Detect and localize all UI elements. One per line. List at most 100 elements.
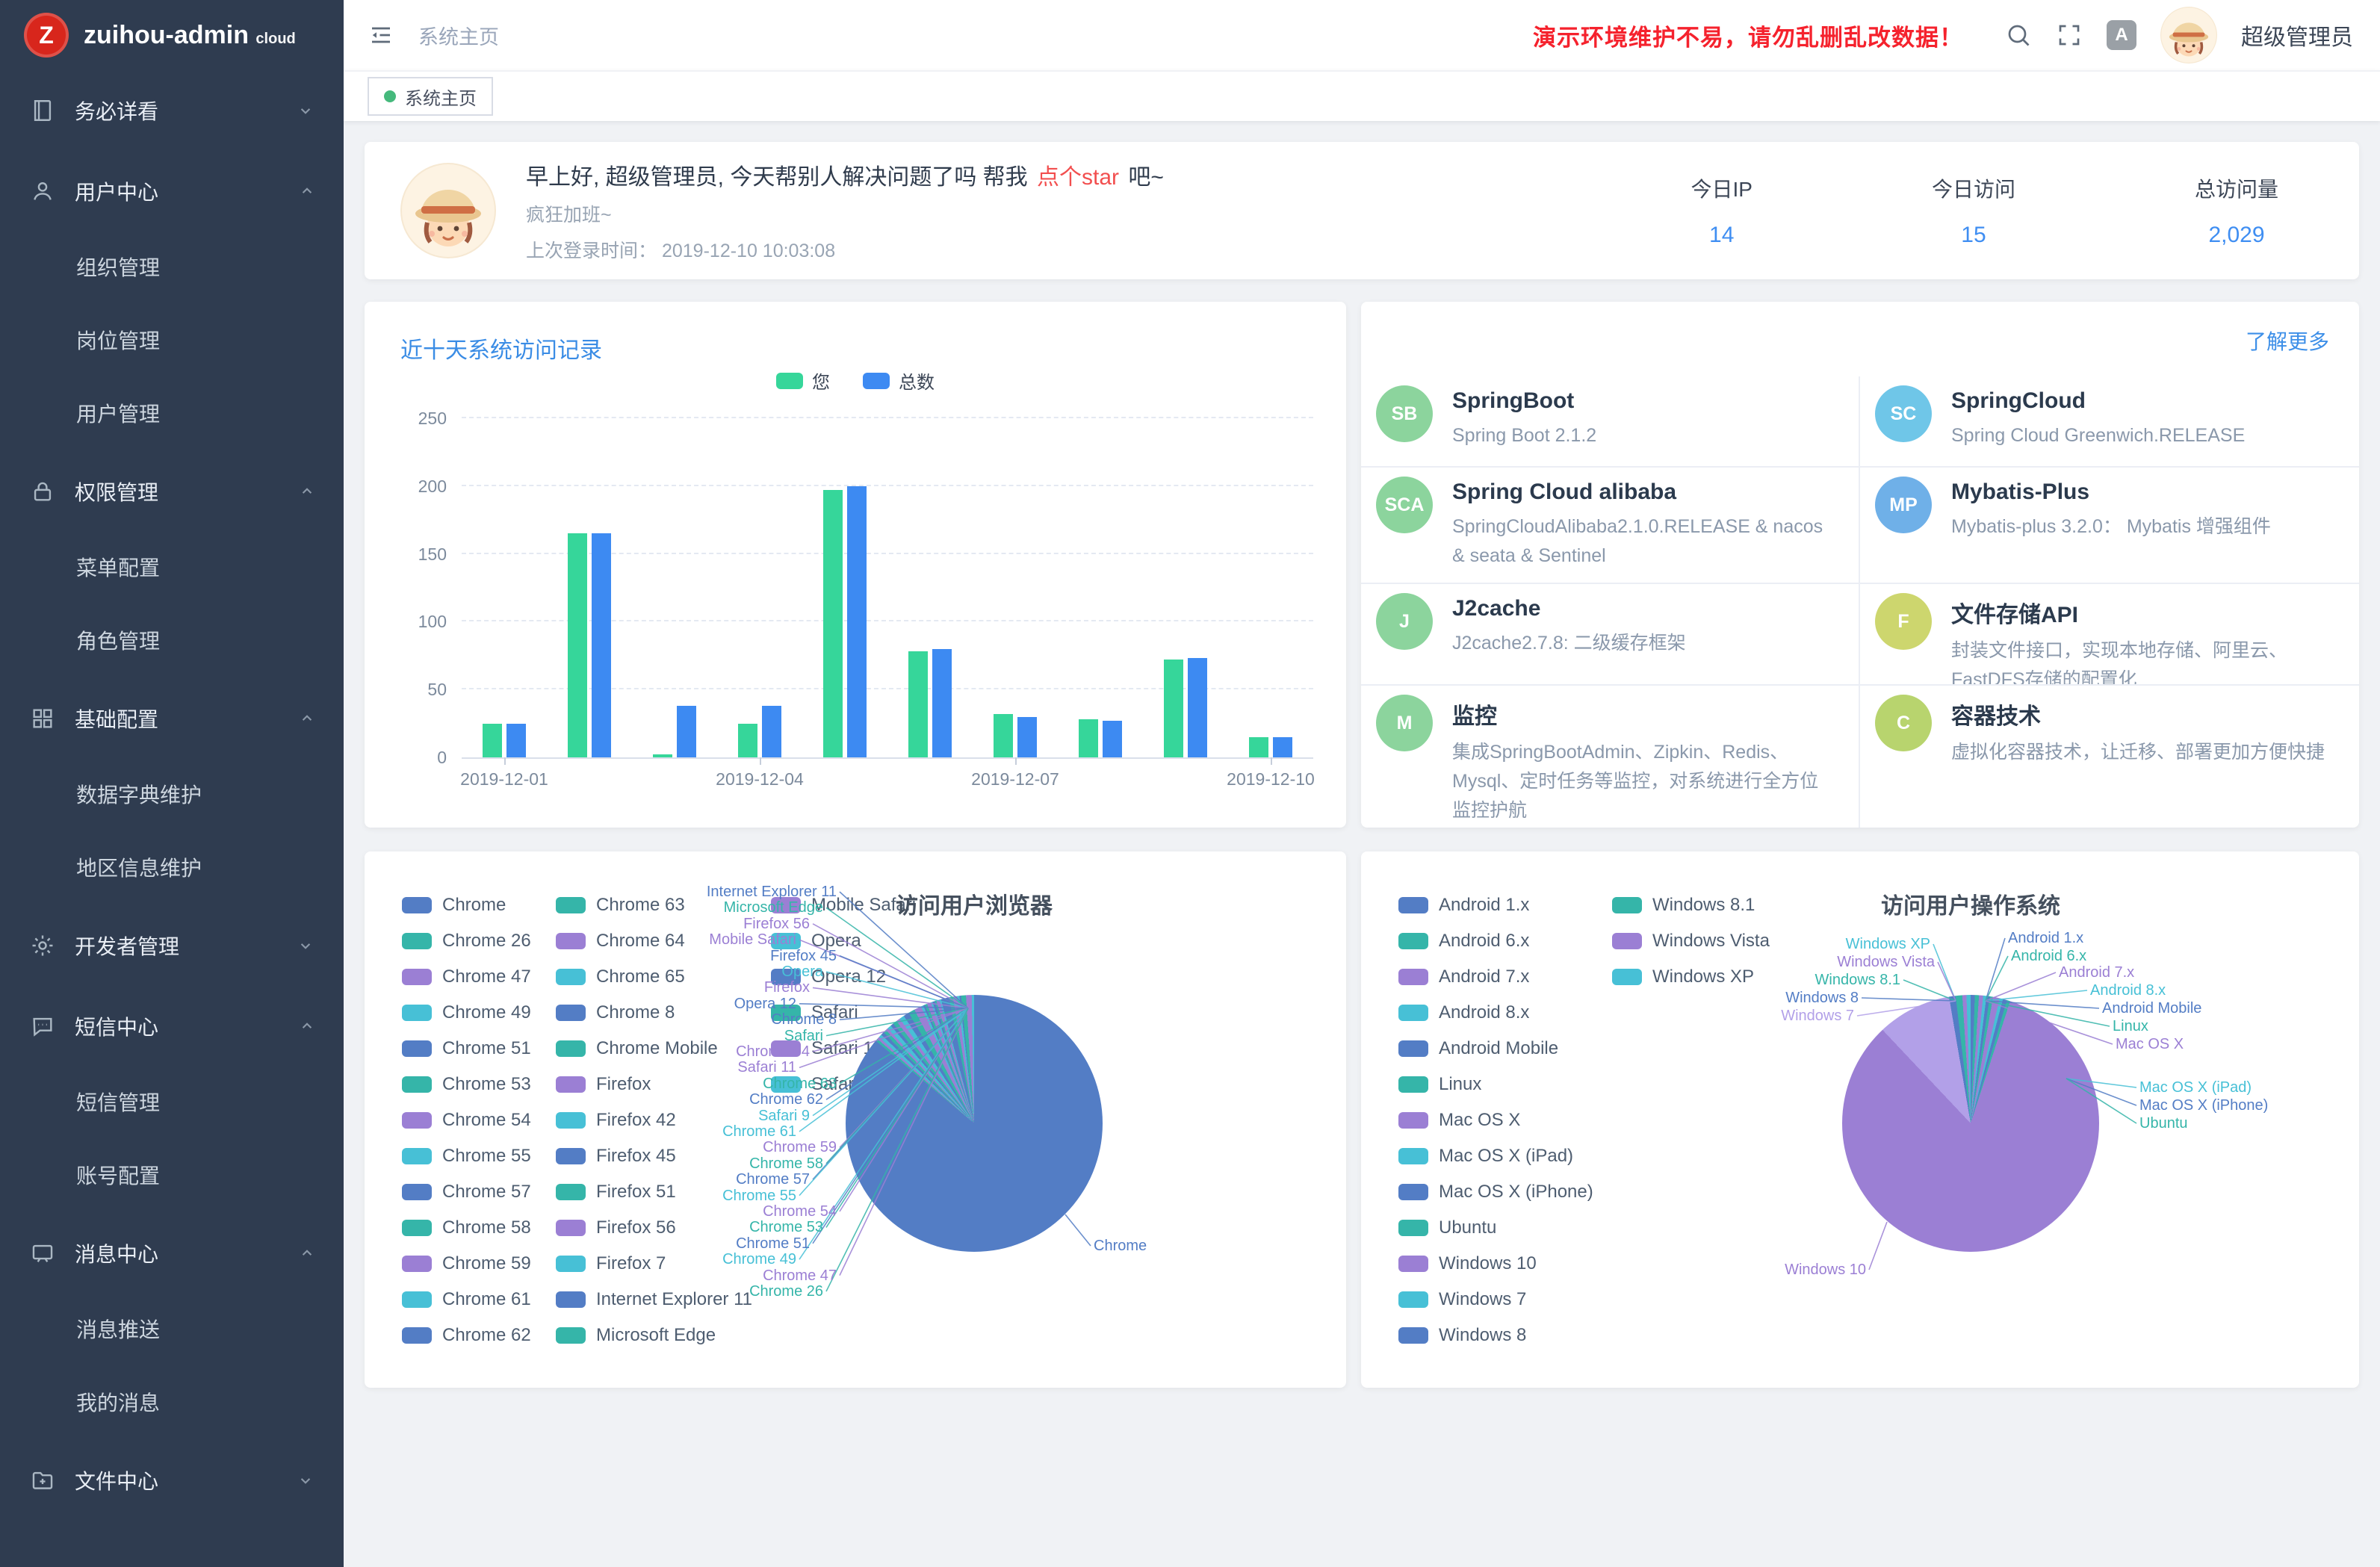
bar-group[interactable] (973, 418, 1058, 757)
legend-item[interactable]: Chrome Mobile (556, 1038, 718, 1059)
bar[interactable] (908, 651, 928, 757)
legend-item[interactable]: Mac OS X (1398, 1110, 1520, 1131)
star-link[interactable]: 点个star (1037, 165, 1119, 190)
bar-group[interactable] (802, 418, 887, 757)
bar-group[interactable] (547, 418, 632, 757)
bar-group[interactable] (887, 418, 973, 757)
legend-item[interactable]: Chrome 54 (402, 1110, 531, 1131)
bar-group[interactable] (717, 418, 802, 757)
bar[interactable] (653, 754, 672, 757)
legend-item[interactable]: Android 1.x (1398, 895, 1529, 916)
legend-item[interactable]: Firefox 56 (556, 1217, 676, 1238)
bar[interactable] (592, 533, 611, 757)
legend-item[interactable]: Windows 8 (1398, 1325, 1526, 1346)
sidebar-subitem[interactable]: 菜单配置 (0, 532, 344, 605)
legend-item[interactable]: Chrome 26 (402, 931, 531, 952)
legend-item[interactable]: Chrome 62 (402, 1325, 531, 1346)
bar[interactable] (1164, 660, 1183, 757)
legend-item[interactable]: Ubuntu (1398, 1217, 1496, 1238)
sidebar-subitem[interactable]: 账号配置 (0, 1140, 344, 1213)
legend-item[interactable]: Windows 7 (1398, 1289, 1526, 1310)
bar-group[interactable] (1058, 418, 1143, 757)
sidebar-subitem[interactable]: 我的消息 (0, 1367, 344, 1440)
bar[interactable] (932, 649, 952, 757)
legend-item[interactable]: Firefox 7 (556, 1253, 666, 1274)
user-avatar[interactable] (2160, 7, 2217, 63)
legend-item[interactable]: Chrome 58 (402, 1217, 531, 1238)
browser-pie[interactable] (846, 995, 1103, 1252)
sidebar-subitem[interactable]: 角色管理 (0, 605, 344, 678)
legend-item[interactable]: Firefox (556, 1074, 651, 1095)
bar[interactable] (738, 724, 757, 757)
bar[interactable] (1017, 717, 1037, 757)
breadcrumb[interactable]: 系统主页 (418, 21, 499, 50)
bar[interactable] (1079, 719, 1098, 757)
bar[interactable] (1103, 721, 1122, 757)
legend-item[interactable]: Android 6.x (1398, 931, 1529, 952)
sidebar-item-0[interactable]: 务必详看 (0, 70, 344, 151)
search-icon[interactable] (2005, 22, 2032, 49)
legend-item[interactable]: Chrome 59 (402, 1253, 531, 1274)
sidebar-subitem[interactable]: 用户管理 (0, 378, 344, 451)
legend-item[interactable]: 总数 (863, 367, 935, 394)
bar[interactable] (483, 724, 502, 757)
legend-item[interactable]: Android 7.x (1398, 966, 1529, 987)
legend-item[interactable]: Mac OS X (iPhone) (1398, 1182, 1593, 1203)
bar[interactable] (568, 533, 587, 757)
sidebar-item-1[interactable]: 用户中心 (0, 151, 344, 232)
bar-chart[interactable]: 0501001502002502019-12-012019-12-042019-… (462, 418, 1313, 759)
legend-item[interactable]: Chrome 61 (402, 1289, 531, 1310)
menu-fold-icon[interactable] (368, 22, 394, 49)
bar[interactable] (1273, 737, 1292, 757)
legend-item[interactable]: Chrome 64 (556, 931, 685, 952)
sidebar-item-4[interactable]: 开发者管理 (0, 905, 344, 986)
bar[interactable] (994, 714, 1013, 757)
legend-item[interactable]: Chrome 55 (402, 1146, 531, 1167)
legend-item[interactable]: Firefox 42 (556, 1110, 676, 1131)
legend-item[interactable]: Chrome 53 (402, 1074, 531, 1095)
legend-item[interactable]: Firefox 45 (556, 1146, 676, 1167)
legend-item[interactable]: Firefox 51 (556, 1182, 676, 1203)
legend-item[interactable]: Chrome 49 (402, 1002, 531, 1023)
bar[interactable] (762, 706, 781, 757)
legend-item[interactable]: Windows Vista (1612, 931, 1770, 952)
legend-item[interactable]: Linux (1398, 1074, 1481, 1095)
legend-item[interactable]: Chrome 65 (556, 966, 685, 987)
bar[interactable] (677, 706, 696, 757)
sidebar-subitem[interactable]: 组织管理 (0, 232, 344, 305)
legend-item[interactable]: Windows 8.1 (1612, 895, 1755, 916)
bar-group[interactable] (1143, 418, 1228, 757)
bar[interactable] (847, 486, 867, 757)
os-pie[interactable] (1842, 995, 2099, 1252)
sidebar-subitem[interactable]: 消息推送 (0, 1294, 344, 1367)
legend-item[interactable]: Chrome (402, 895, 506, 916)
legend-item[interactable]: Android Mobile (1398, 1038, 1558, 1059)
legend-item[interactable]: 您 (776, 367, 830, 394)
learn-more-link[interactable]: 了解更多 (2246, 326, 2329, 356)
tab-home[interactable]: 系统主页 (368, 77, 493, 116)
sidebar-item-2[interactable]: 权限管理 (0, 451, 344, 532)
fullscreen-icon[interactable] (2056, 22, 2083, 49)
legend-item[interactable]: Android 8.x (1398, 1002, 1529, 1023)
sidebar-subitem[interactable]: 地区信息维护 (0, 832, 344, 905)
legend-item[interactable]: Microsoft Edge (556, 1325, 716, 1346)
bar[interactable] (506, 724, 526, 757)
legend-item[interactable]: Windows XP (1612, 966, 1754, 987)
sidebar-item-7[interactable]: 文件中心 (0, 1440, 344, 1521)
bar-group[interactable] (462, 418, 547, 757)
bar[interactable] (823, 490, 843, 757)
app-logo[interactable]: Z zuihou-admin cloud (0, 0, 344, 70)
bar[interactable] (1249, 737, 1268, 757)
font-size-icon[interactable]: A (2107, 20, 2136, 50)
legend-item[interactable]: Chrome 47 (402, 966, 531, 987)
legend-item[interactable]: Mac OS X (iPad) (1398, 1146, 1573, 1167)
sidebar-item-5[interactable]: 短信中心 (0, 986, 344, 1067)
sidebar-subitem[interactable]: 岗位管理 (0, 305, 344, 378)
bar-group[interactable] (1228, 418, 1313, 757)
sidebar-subitem[interactable]: 短信管理 (0, 1067, 344, 1140)
legend-item[interactable]: Windows 10 (1398, 1253, 1537, 1274)
legend-item[interactable]: Chrome 8 (556, 1002, 675, 1023)
bar[interactable] (1188, 658, 1207, 757)
sidebar-item-3[interactable]: 基础配置 (0, 678, 344, 759)
sidebar-item-6[interactable]: 消息中心 (0, 1213, 344, 1294)
